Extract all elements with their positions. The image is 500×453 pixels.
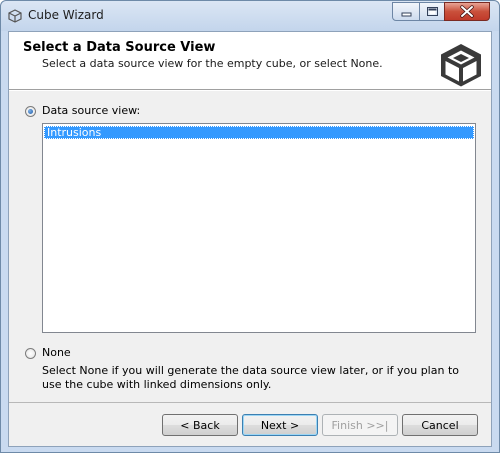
data-source-view-label[interactable]: Data source view: xyxy=(42,104,140,117)
page-subtitle: Select a data source view for the empty … xyxy=(42,57,383,70)
minimize-icon xyxy=(401,12,412,17)
close-icon xyxy=(460,5,474,18)
header-divider-highlight xyxy=(9,90,491,91)
cube-icon xyxy=(441,44,481,87)
maximize-button[interactable] xyxy=(419,2,445,21)
none-description: Select None if you will generate the dat… xyxy=(42,364,459,391)
footer-divider xyxy=(9,402,491,403)
cube-app-icon xyxy=(8,9,22,23)
wizard-client-area: Select a Data Source View Select a data … xyxy=(8,31,492,447)
minimize-button[interactable] xyxy=(392,2,420,21)
list-item[interactable]: Intrusions xyxy=(44,126,474,139)
none-label[interactable]: None xyxy=(42,346,71,359)
data-source-view-list[interactable]: Intrusions xyxy=(42,123,476,333)
radio-selected-dot xyxy=(28,109,33,114)
maximize-icon xyxy=(427,7,438,16)
none-radio[interactable] xyxy=(25,348,36,359)
data-source-view-radio[interactable] xyxy=(25,106,36,117)
back-button[interactable]: < Back xyxy=(162,414,238,436)
close-button[interactable] xyxy=(444,2,490,21)
finish-button[interactable]: Finish >>| xyxy=(322,414,398,436)
page-title: Select a Data Source View xyxy=(23,40,216,55)
window-title: Cube Wizard xyxy=(28,8,104,22)
next-button[interactable]: Next > xyxy=(242,414,318,436)
cancel-button[interactable]: Cancel xyxy=(402,414,478,436)
wizard-header: Select a Data Source View Select a data … xyxy=(9,32,491,89)
cube-wizard-window: Cube Wizard Select a Data Source View Se… xyxy=(0,0,500,453)
title-bar[interactable]: Cube Wizard xyxy=(1,1,499,31)
